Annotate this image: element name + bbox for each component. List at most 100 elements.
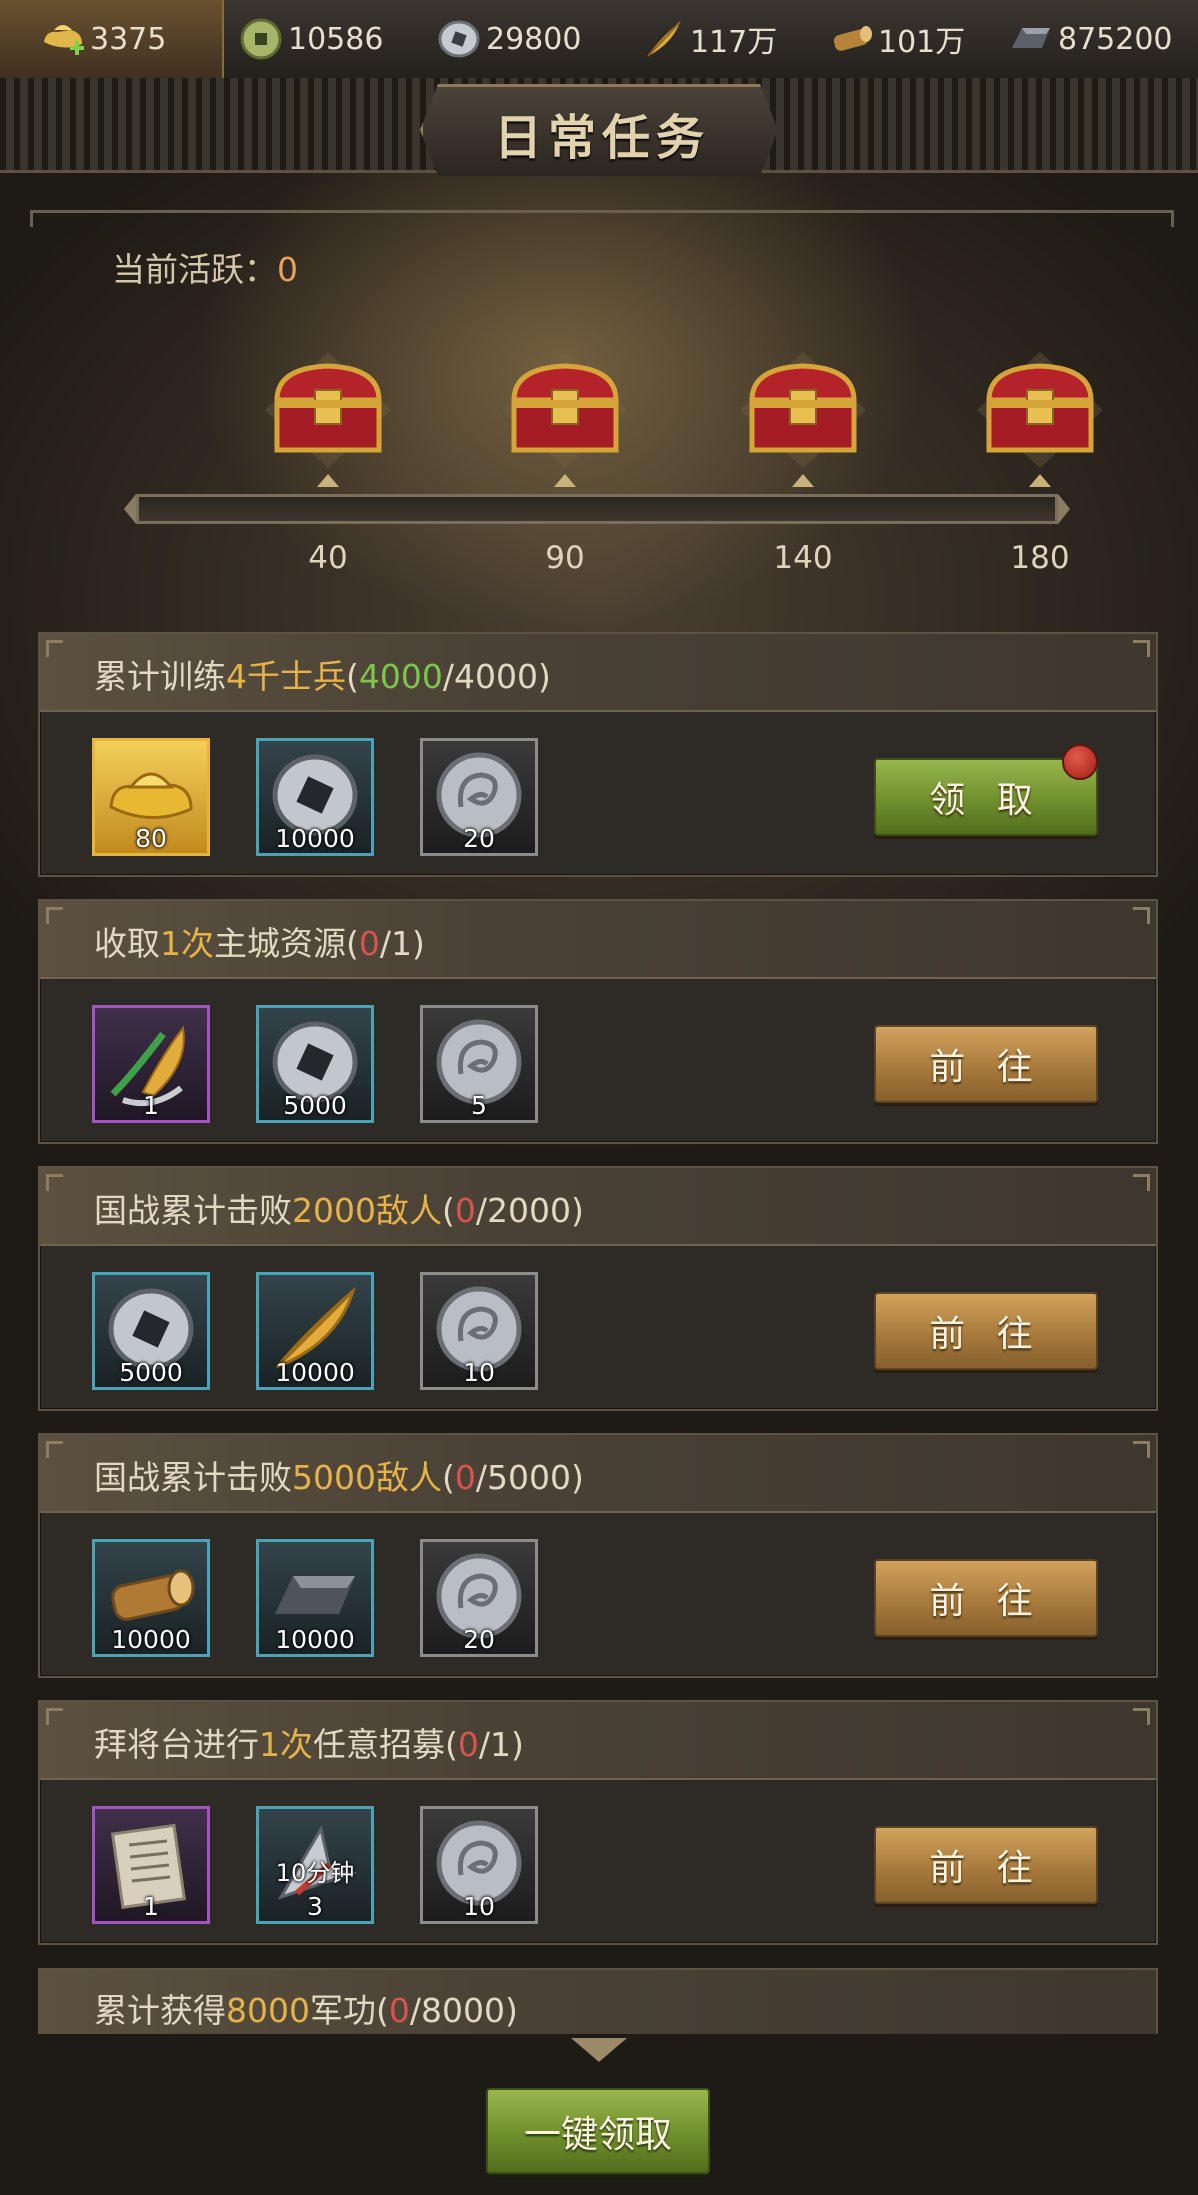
- reward-item[interactable]: 5000: [256, 1005, 374, 1123]
- progress-current: 0: [457, 1725, 479, 1764]
- resource-grain[interactable]: 117万: [640, 0, 777, 78]
- reward-item[interactable]: 10000: [92, 1539, 210, 1657]
- progress-cap-right: [1058, 494, 1070, 524]
- progress-total: /5000): [475, 1458, 584, 1497]
- reward-item[interactable]: 10000: [256, 1539, 374, 1657]
- reward-item[interactable]: 20: [420, 1539, 538, 1657]
- task-card: 累计训练4千士兵(4000/4000) 80 10000 20 领 取: [38, 632, 1158, 877]
- grain-icon: [640, 16, 686, 62]
- title-text: 主城资源: [214, 924, 346, 963]
- progress-current: 0: [454, 1458, 476, 1497]
- title-highlight: 1次: [259, 1725, 313, 1764]
- reward-item[interactable]: 5: [420, 1005, 538, 1123]
- reward-chest-3[interactable]: [738, 350, 868, 470]
- gold-ingot-add-icon: [40, 16, 86, 62]
- reward-qty: 10: [463, 1892, 495, 1921]
- reward-qty: 5: [471, 1091, 487, 1120]
- reward-qty: 10000: [275, 1358, 355, 1387]
- task-card: 国战累计击败5000敌人(0/5000) 10000 10000 20 前 往: [38, 1433, 1158, 1678]
- milestone-marker: [554, 474, 576, 487]
- resource-bar: 3375 10586 29800 117万 101万 875200: [0, 0, 1198, 80]
- task-header: 收取1次主城资源(0/1): [40, 901, 1156, 979]
- reward-item[interactable]: 10分钟 3: [256, 1806, 374, 1924]
- activity-progress-bar: [124, 490, 1070, 528]
- task-title: 拜将台进行1次任意招募(0/1): [94, 1718, 524, 1766]
- resource-value: 875200: [1058, 21, 1173, 57]
- title-plate: 日常任务: [420, 84, 778, 176]
- title-text: (: [441, 1191, 455, 1230]
- scroll-down-icon[interactable]: [571, 2038, 627, 2062]
- task-header: 国战累计击败2000敌人(0/2000): [40, 1168, 1156, 1246]
- progress-current: 0: [358, 924, 380, 963]
- reward-item[interactable]: 10000: [256, 738, 374, 856]
- page-title: 日常任务: [493, 110, 710, 166]
- reward-qty: 5000: [283, 1091, 347, 1120]
- title-text: 累计获得: [94, 1991, 226, 2030]
- reward-item[interactable]: 20: [420, 738, 538, 856]
- resource-wood[interactable]: 101万: [828, 0, 965, 78]
- reward-qty: 3: [307, 1892, 323, 1921]
- activity-value: 0: [277, 250, 298, 289]
- milestone-marker: [1029, 474, 1051, 487]
- corner-ornament: [46, 1708, 63, 1725]
- resource-gold[interactable]: 3375: [0, 0, 224, 78]
- title-highlight: 2000敌人: [292, 1191, 442, 1230]
- corner-ornament: [46, 640, 63, 657]
- reward-chest-4[interactable]: [975, 350, 1105, 470]
- progress-total: /1): [478, 1725, 524, 1764]
- milestone-marker: [317, 474, 339, 487]
- progress-total: /4000): [442, 657, 551, 696]
- reward-item[interactable]: 1: [92, 1806, 210, 1924]
- title-text: 累计训练: [94, 657, 226, 696]
- reward-chest-1[interactable]: [263, 350, 393, 470]
- resource-value: 3375: [90, 21, 167, 57]
- corner-ornament: [1133, 1441, 1150, 1458]
- reward-qty: 20: [463, 1625, 495, 1654]
- corner-ornament: [1133, 1708, 1150, 1725]
- progress-total: /8000): [409, 1991, 518, 2030]
- reward-item[interactable]: 10: [420, 1272, 538, 1390]
- claim-all-button[interactable]: 一键领取: [486, 2088, 710, 2174]
- wood-log-icon: [828, 16, 874, 62]
- corner-ornament: [1133, 1174, 1150, 1191]
- task-header: 累计训练4千士兵(4000/4000): [40, 634, 1156, 712]
- title-text: (: [346, 657, 359, 696]
- progress-current: 0: [454, 1191, 476, 1230]
- progress-cap-left: [124, 494, 136, 524]
- resource-copper[interactable]: 10586: [238, 0, 383, 78]
- go-button[interactable]: 前 往: [874, 1025, 1098, 1103]
- reward-item[interactable]: 5000: [92, 1272, 210, 1390]
- corner-ornament: [1133, 640, 1150, 657]
- reward-chest-2[interactable]: [500, 350, 630, 470]
- notification-dot: [1062, 744, 1098, 780]
- resource-value: 10586: [288, 21, 384, 57]
- reward-qty: 10: [463, 1358, 495, 1387]
- reward-item[interactable]: 10000: [256, 1272, 374, 1390]
- task-card-partial: 累计获得8000军功(0/8000): [38, 1968, 1158, 2034]
- resource-value: 101万: [878, 25, 966, 60]
- title-text: (: [346, 924, 359, 963]
- milestone-label: 180: [1010, 540, 1070, 576]
- resource-value: 29800: [486, 21, 582, 57]
- task-title: 累计获得8000军功(0/8000): [94, 1984, 518, 2032]
- go-button[interactable]: 前 往: [874, 1292, 1098, 1370]
- title-text: (: [445, 1725, 458, 1764]
- progress-track: [136, 494, 1058, 524]
- reward-qty: 1: [143, 1892, 159, 1921]
- progress-current: 0: [388, 1991, 410, 2030]
- title-text: 拜将台进行: [94, 1725, 259, 1764]
- reward-qty: 1: [143, 1091, 159, 1120]
- reward-qty: 10000: [275, 824, 355, 853]
- go-button[interactable]: 前 往: [874, 1559, 1098, 1637]
- resource-value: 117万: [690, 25, 778, 60]
- title-highlight: 1次: [160, 924, 214, 963]
- go-button[interactable]: 前 往: [874, 1826, 1098, 1904]
- resource-silver[interactable]: 29800: [436, 0, 581, 78]
- reward-qty: 80: [135, 824, 167, 853]
- reward-item[interactable]: 80: [92, 738, 210, 856]
- reward-item[interactable]: 1: [92, 1005, 210, 1123]
- resource-iron[interactable]: 875200: [1008, 0, 1173, 78]
- reward-item[interactable]: 10: [420, 1806, 538, 1924]
- title-text: 任意招募: [313, 1725, 445, 1764]
- activity-text: 当前活跃：: [112, 250, 277, 289]
